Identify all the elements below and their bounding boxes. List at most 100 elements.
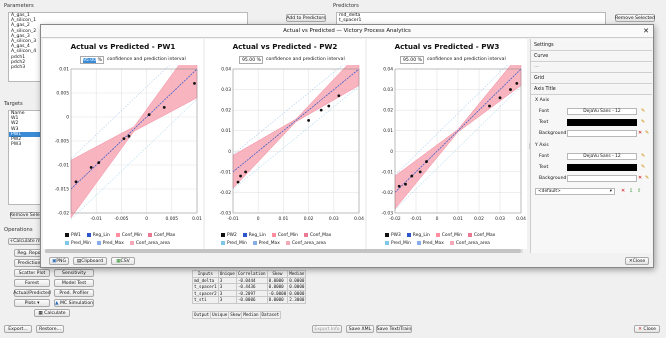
remove-selected-predictors-button[interactable]: Remove Selected: [615, 14, 655, 22]
plots-button[interactable]: Plots ▾: [14, 299, 50, 307]
remove-selected-targets-button[interactable]: Remove Selec: [10, 212, 42, 219]
pw2-percent-value: 95.00: [242, 58, 256, 63]
curve-section[interactable]: Curve: [531, 52, 652, 62]
legend-item[interactable]: Conf_area_area: [129, 241, 170, 246]
legend-item[interactable]: PW2: [221, 233, 237, 238]
legend-item[interactable]: Reg_Lin: [86, 233, 110, 238]
restore-button[interactable]: Restore...: [36, 325, 64, 333]
main-close-label: Close: [643, 326, 656, 332]
chart-pw2-title: Actual vs Predicted - PW2: [232, 42, 338, 51]
legend-item[interactable]: Conf_area_area: [449, 241, 490, 246]
settings-section[interactable]: Settings: [531, 41, 652, 51]
legend-item[interactable]: Conf_Max: [303, 233, 331, 238]
legend-item[interactable]: Conf_Max: [147, 233, 175, 238]
legend-item[interactable]: Pred_Min: [65, 241, 91, 246]
grid-section[interactable]: Grid: [531, 74, 652, 84]
legend-item[interactable]: Pred_Max: [252, 241, 280, 246]
export-button[interactable]: Export...: [4, 325, 32, 333]
table-header: Median: [241, 311, 261, 319]
legend-item[interactable]: PW3: [385, 233, 401, 238]
y-text-color-swatch[interactable]: [567, 164, 637, 171]
y-background-label: Background: [539, 176, 567, 181]
delete-preset-icon[interactable]: ✕: [621, 188, 625, 194]
x-tick-label: 0: [436, 216, 439, 222]
pw1-plot: -0.01 -0.005 0 0.005 0.01 -0.02 -0.015 -0.01 -0.…: [55, 65, 202, 222]
table-cell: 0.0000: [266, 296, 289, 304]
preset-select[interactable]: <default> ▾: [535, 188, 615, 195]
save-text-train-button[interactable]: Save Text/Train: [376, 325, 412, 333]
x-background-edit-icon[interactable]: ✎: [645, 130, 649, 136]
y-font-selector[interactable]: DejaVu Sans - 12: [567, 153, 637, 160]
mc-simulation-button[interactable]: ▲ MC Simulation: [54, 299, 94, 307]
y-background-swatch[interactable]: [567, 175, 637, 182]
pw2-percent-input[interactable]: 95.00 %: [239, 56, 263, 64]
x-font-edit-icon[interactable]: ✎: [641, 108, 645, 114]
x-background-swatch[interactable]: [567, 130, 637, 137]
legend-item[interactable]: Pred_Max: [416, 241, 444, 246]
legend-label: Conf_Min: [121, 232, 142, 238]
pw3-percent-input[interactable]: 95.00 %: [400, 56, 424, 64]
legend-item[interactable]: Conf_Max: [467, 233, 495, 238]
x-background-clear-icon[interactable]: ✕: [638, 130, 642, 136]
actual-predicted-button[interactable]: Actual/Predicted: [13, 289, 51, 297]
legend-item[interactable]: Conf_Min: [271, 233, 298, 238]
pw2-interval-label: confidence and prediction interval: [266, 57, 345, 62]
pw1-percent-input[interactable]: 95.00 %: [80, 56, 104, 64]
y-background-edit-icon[interactable]: ✎: [645, 175, 649, 181]
curve-dash-item[interactable]: ---: [531, 63, 652, 73]
data-point: [337, 94, 341, 98]
forest-button[interactable]: Forest: [14, 279, 50, 287]
pred-profiler-button[interactable]: Pred. Profiler: [54, 289, 94, 297]
y-background-clear-icon[interactable]: ✕: [638, 175, 642, 181]
y-font-edit-icon[interactable]: ✎: [641, 153, 645, 159]
legend-label: Reg_Lin: [248, 232, 266, 238]
main-close-button[interactable]: ✕ Close: [634, 325, 660, 333]
y-tick-label: -0.03: [382, 211, 394, 217]
legend-item[interactable]: Reg_Lin: [242, 232, 266, 238]
legend-item[interactable]: Conf_Min: [115, 232, 142, 238]
x-text-color-swatch[interactable]: [567, 119, 637, 126]
legend-swatch: [96, 241, 101, 245]
load-preset-icon[interactable]: ⇩: [629, 188, 633, 194]
model-test-button[interactable]: Model Test: [54, 279, 94, 287]
axis-title-section[interactable]: Axis Title: [531, 85, 652, 95]
pw3-legend: PW3 Reg_Lin Conf_Min Conf_Max Pred_Min Pred_M…: [385, 231, 525, 247]
x-text-edit-icon[interactable]: ✎: [641, 119, 645, 125]
legend-item[interactable]: Conf_area_area: [285, 241, 326, 246]
save-preset-icon[interactable]: ⇧: [637, 188, 641, 194]
data-point: [74, 180, 78, 184]
regression-line: [70, 68, 198, 190]
legend-item[interactable]: PW1: [65, 233, 81, 238]
legend-item[interactable]: Pred_Min: [385, 241, 411, 246]
targets-list[interactable]: Name W1 W2 W3 PW1 PW2 PW3: [8, 110, 42, 205]
charts-scrollbar-thumb[interactable]: [45, 249, 521, 253]
y-tick-label: 0.04: [383, 67, 393, 73]
dialog-close-button[interactable]: ✕ Close: [625, 257, 649, 265]
confidence-area: [232, 65, 360, 189]
y-text-edit-icon[interactable]: ✎: [641, 164, 645, 170]
legend-swatch: [416, 241, 421, 245]
list-item[interactable]: PW3: [9, 142, 41, 147]
export-info-button[interactable]: Export Info: [312, 325, 342, 333]
scatter-plot-button[interactable]: Scatter Plot: [14, 269, 50, 277]
x-font-selector[interactable]: DejaVu Sans - 12: [567, 108, 637, 115]
table-row: t_spacer2 3 -0.2097 -0.0000 0.0000: [192, 289, 307, 297]
legend-item[interactable]: Pred_Max: [96, 241, 124, 246]
list-item[interactable]: t_spacer1: [337, 18, 605, 23]
add-to-predictors-button[interactable]: Add to Predictors: [286, 14, 326, 22]
csv-export-button[interactable]: ▦ CSV: [111, 257, 135, 265]
x-tick-label: -0.005: [114, 216, 128, 222]
legend-item[interactable]: Pred_Min: [221, 241, 247, 246]
legend-item[interactable]: Reg_Lin: [406, 233, 430, 238]
legend-item[interactable]: Conf_Min: [435, 233, 462, 238]
save-xml-button[interactable]: Save XML: [346, 325, 374, 333]
calculate-models-button[interactable]: +Calculate m: [8, 238, 42, 245]
png-export-button[interactable]: ▣ PNG: [49, 257, 69, 265]
calculate-button[interactable]: ▦ Calculate: [34, 309, 70, 317]
charts-scrollbar[interactable]: [45, 249, 523, 253]
dialog-close-icon[interactable]: ✕: [643, 25, 649, 37]
clipboard-button[interactable]: ▤ Clipboard: [73, 257, 107, 265]
sensitivity-button[interactable]: Sensitivity: [54, 269, 94, 277]
y-tick-label: 0.01: [221, 128, 231, 134]
legend-swatch: [449, 241, 454, 245]
